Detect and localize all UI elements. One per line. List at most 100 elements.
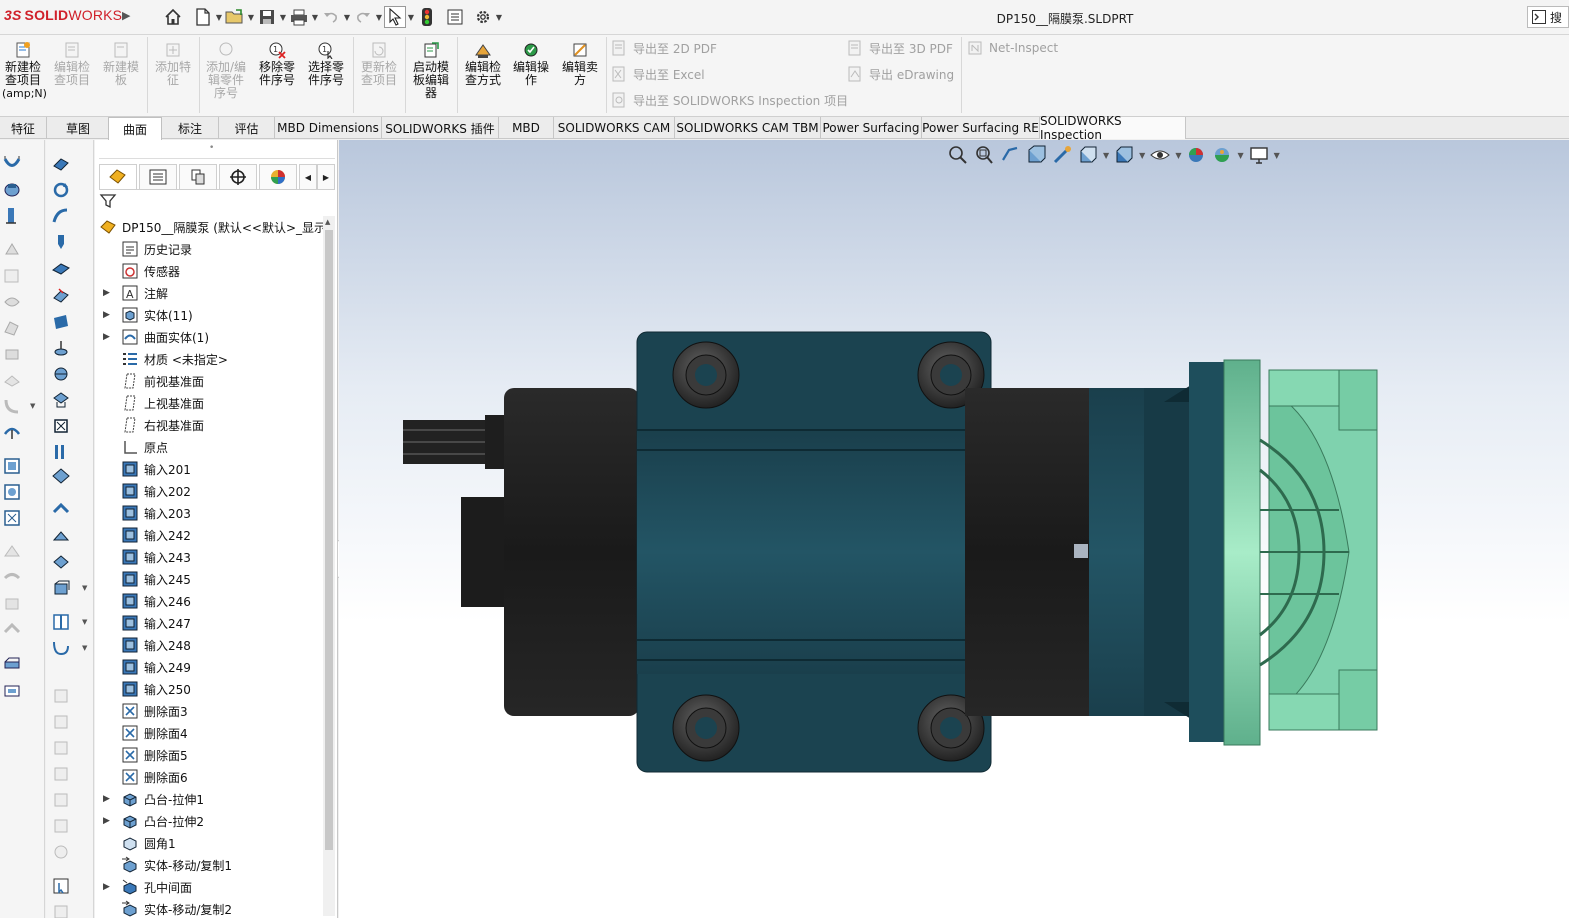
save-dropdown-icon[interactable]: ▼ [278, 13, 288, 22]
tree-item[interactable]: 历史记录 [121, 238, 192, 260]
expand-arrow-icon[interactable]: ▶ [103, 288, 113, 298]
thickened-cut-icon[interactable] [2, 680, 22, 700]
tree-item[interactable]: 输入202 [121, 480, 191, 502]
instant-3d-icon[interactable] [51, 876, 71, 896]
tree-item[interactable]: 输入246 [121, 590, 191, 612]
menu-expand-arrow-icon[interactable]: ▶ [122, 9, 130, 22]
tab-solidworks-addins[interactable]: SOLIDWORKS 插件 [382, 117, 499, 139]
tree-item[interactable]: 实体-移动/复制2 [121, 898, 232, 918]
expand-arrow-icon[interactable]: ▶ [103, 816, 113, 826]
new-dropdown-icon[interactable]: ▼ [214, 13, 224, 22]
tab-mbd[interactable]: MBD [499, 117, 554, 139]
save-icon[interactable] [256, 6, 278, 28]
face-tool-b-icon[interactable] [51, 500, 71, 520]
options-gear-icon[interactable] [472, 6, 494, 28]
ref-geometry-a-icon[interactable] [51, 686, 71, 706]
ref-geometry-e-icon[interactable] [51, 790, 71, 810]
mid-surface-tool-icon[interactable] [51, 390, 71, 410]
knit-surface-icon[interactable] [2, 620, 22, 640]
tree-item[interactable]: 输入201 [121, 458, 191, 480]
display-manager-tab[interactable] [259, 164, 297, 189]
face-tool-d-icon[interactable] [51, 552, 71, 572]
tab-annotation[interactable]: 标注 [162, 117, 219, 139]
swept-surface-icon[interactable] [2, 206, 22, 226]
fill-tool-icon[interactable] [51, 286, 71, 306]
boundary-surface-icon[interactable] [2, 266, 22, 286]
edit-inspection-method-button[interactable]: 编辑检 查方式 [460, 41, 506, 87]
new-inspection-project-button[interactable]: 新建检 查项目 (amp;N) [2, 41, 47, 100]
tab-solidworks-cam-tbm[interactable]: SOLIDWORKS CAM TBM [675, 117, 821, 139]
filled-surface-icon[interactable] [2, 292, 22, 312]
planar-tool-icon[interactable] [51, 312, 71, 332]
replace-face-icon[interactable] [2, 482, 22, 502]
tree-item[interactable]: 原点 [121, 436, 168, 458]
tab-evaluate[interactable]: 评估 [219, 117, 275, 139]
new-document-icon[interactable] [192, 6, 214, 28]
tree-item[interactable]: 输入248 [121, 634, 191, 656]
tree-item[interactable]: 圆角1 [121, 832, 176, 854]
tab-power-surfacing-re[interactable]: Power Surfacing RE [922, 117, 1040, 139]
tree-item[interactable]: 输入245 [121, 568, 191, 590]
boundary-tool-icon[interactable] [51, 258, 71, 278]
tree-item[interactable]: 传感器 [121, 260, 180, 282]
tabs-scroll-left-icon[interactable]: ◀ [299, 164, 317, 189]
export-edrawing-button[interactable]: 导出 eDrawing [847, 64, 954, 84]
search-commands-box[interactable]: 搜 [1527, 6, 1569, 28]
feature-tree-filter[interactable] [99, 192, 329, 212]
split-line-dropdown-icon[interactable]: ▼ [82, 618, 87, 626]
surface-flatten-tool-icon[interactable] [51, 442, 71, 462]
thicken-icon[interactable] [2, 654, 22, 674]
net-inspect-button[interactable]: Net-Inspect [967, 38, 1058, 58]
tree-item[interactable]: 输入203 [121, 502, 191, 524]
tree-item[interactable]: 输入250 [121, 678, 191, 700]
ref-geometry-b-icon[interactable] [51, 712, 71, 732]
freeform-icon[interactable] [2, 318, 22, 338]
feature-tree-scrollbar[interactable]: ▲ [323, 216, 335, 916]
lofted-surface-icon[interactable] [2, 240, 22, 260]
select-balloon-button[interactable]: 1 选择零 件序号 [303, 41, 349, 87]
tree-root-part[interactable]: DP150__隔膜泵 (默认<<默认>_显示 [99, 216, 326, 238]
launch-template-editor-button[interactable]: 启动模 板编辑器 [408, 41, 454, 100]
tab-sketch[interactable]: 草图 [47, 117, 110, 139]
redo-icon[interactable] [352, 6, 374, 28]
redo-dropdown-icon[interactable]: ▼ [374, 13, 384, 22]
export-inspection-project-button[interactable]: 导出至 SOLIDWORKS Inspection 项目 [611, 90, 848, 110]
ruled-surface-dropdown-icon[interactable]: ▼ [30, 402, 35, 410]
extend-surface-icon[interactable] [2, 542, 22, 562]
add-characteristic-button[interactable]: 添加特征 [151, 41, 195, 87]
tree-item[interactable]: ▶ 凸台-拉伸2 [103, 810, 204, 832]
ref-geometry-c-icon[interactable] [51, 738, 71, 758]
expand-arrow-icon[interactable]: ▶ [103, 310, 113, 320]
undo-icon[interactable] [320, 6, 342, 28]
tree-item[interactable]: 输入247 [121, 612, 191, 634]
update-inspection-project-button[interactable]: 更新检 查项目 [356, 41, 402, 87]
tree-item[interactable]: 删除面6 [121, 766, 188, 788]
tree-item[interactable]: ▶ 凸台-拉伸1 [103, 788, 204, 810]
panel-grip-icon[interactable]: • [209, 143, 214, 153]
radiate-icon[interactable] [51, 364, 71, 384]
move-face-icon[interactable] [51, 902, 71, 918]
add-edit-balloon-button[interactable]: 添加/编 辑零件 序号 [203, 41, 249, 100]
face-tool-dropdown-icon[interactable]: ▼ [82, 584, 87, 592]
expand-arrow-icon[interactable]: ▶ [103, 794, 113, 804]
split-line-icon[interactable] [51, 612, 71, 632]
trim-surface-icon[interactable] [2, 568, 22, 588]
print-icon[interactable] [288, 6, 310, 28]
delete-face-tool-icon[interactable] [2, 456, 22, 476]
tree-item[interactable]: 删除面3 [121, 700, 188, 722]
replace-tool-icon[interactable] [51, 416, 71, 436]
loft-tool-icon[interactable] [51, 232, 71, 252]
scroll-up-arrow-icon[interactable]: ▲ [325, 218, 330, 226]
tree-item[interactable]: 删除面5 [121, 744, 188, 766]
delete-hole-icon[interactable] [2, 508, 22, 528]
expand-arrow-icon[interactable]: ▶ [103, 882, 113, 892]
ref-geometry-g-icon[interactable] [51, 842, 71, 862]
print-dropdown-icon[interactable]: ▼ [310, 13, 320, 22]
edit-inspection-project-button[interactable]: 编辑检 查项目 [50, 41, 94, 87]
rebuild-traffic-light-icon[interactable] [416, 6, 438, 28]
tree-item[interactable]: 前视基准面 [121, 370, 204, 392]
tree-item[interactable]: 实体-移动/复制1 [121, 854, 232, 876]
tab-solidworks-cam[interactable]: SOLIDWORKS CAM [554, 117, 675, 139]
undo-dropdown-icon[interactable]: ▼ [342, 13, 352, 22]
options-dropdown-icon[interactable]: ▼ [494, 13, 504, 22]
